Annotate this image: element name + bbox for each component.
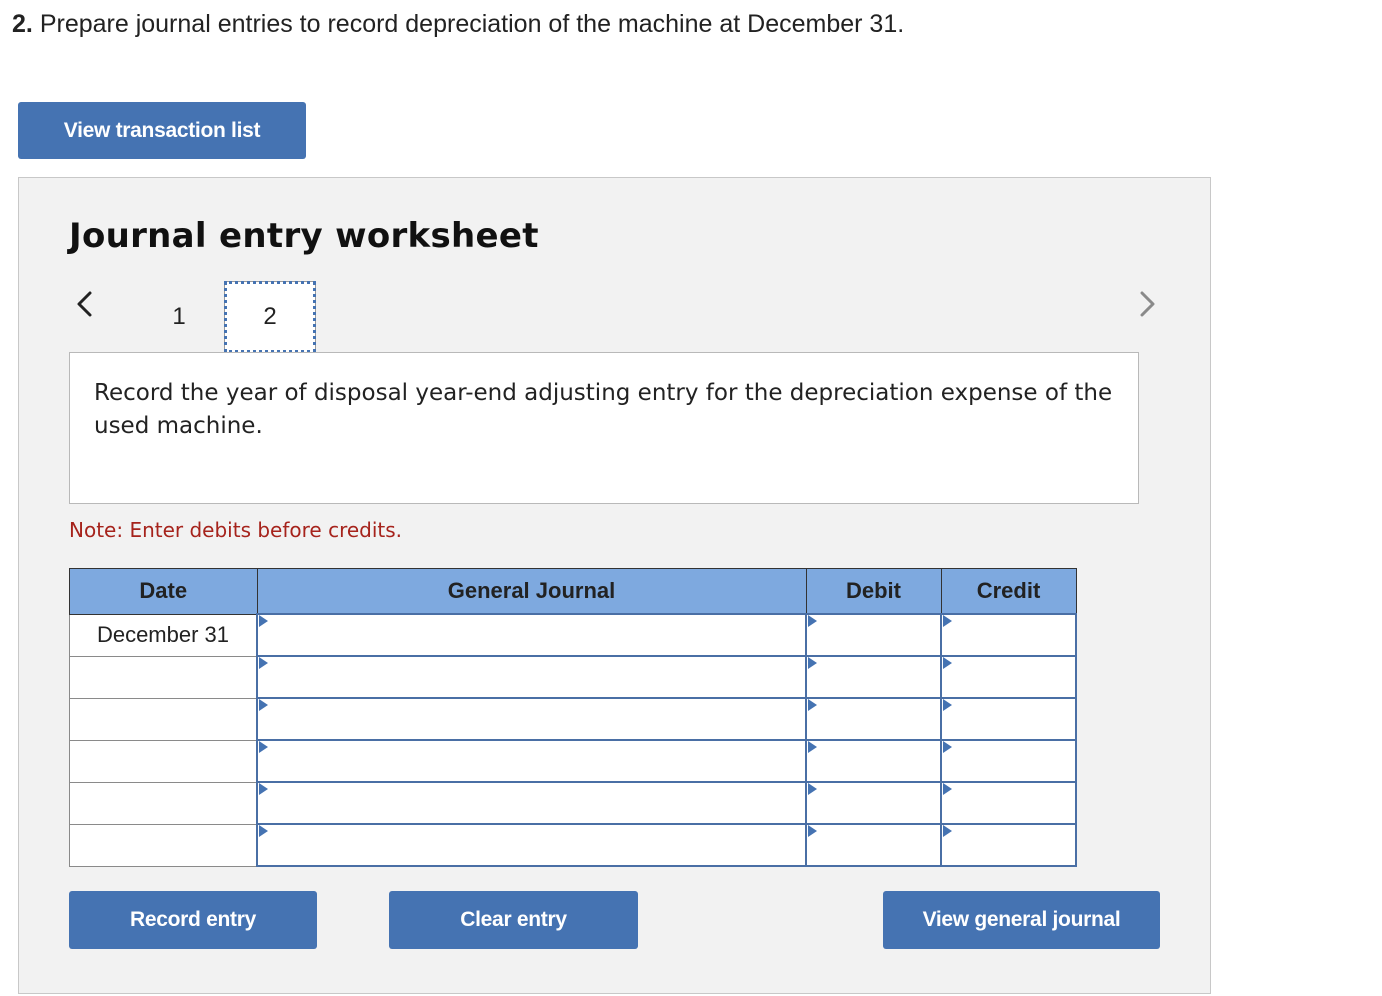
- question-number: 2.: [12, 10, 33, 38]
- account-input-cell: [256, 697, 807, 741]
- debit-input[interactable]: [807, 826, 940, 864]
- account-input[interactable]: [258, 700, 805, 738]
- table-row: [69, 739, 1077, 783]
- debit-input[interactable]: [807, 616, 940, 654]
- credit-input[interactable]: [942, 616, 1075, 654]
- table-row: [69, 655, 1077, 699]
- account-input-cell: [256, 739, 807, 783]
- date-cell: [69, 697, 258, 741]
- account-input-cell: [256, 823, 807, 867]
- credit-input[interactable]: [942, 784, 1075, 822]
- view-general-journal-button[interactable]: View general journal: [883, 891, 1160, 949]
- credit-input[interactable]: [942, 826, 1075, 864]
- tab-2[interactable]: 2: [224, 281, 316, 353]
- credit-input[interactable]: [942, 742, 1075, 780]
- table-header-row: Date General Journal Debit Credit: [69, 568, 1077, 615]
- debit-input-cell: [805, 655, 942, 699]
- credit-input-cell: [940, 613, 1077, 657]
- credit-input-cell: [940, 739, 1077, 783]
- previous-chevron-icon[interactable]: [73, 288, 97, 320]
- date-cell: [69, 655, 258, 699]
- debit-input-cell: [805, 823, 942, 867]
- account-input[interactable]: [258, 742, 805, 780]
- account-input-cell: [256, 781, 807, 825]
- account-input[interactable]: [258, 784, 805, 822]
- header-general-journal: General Journal: [256, 568, 807, 615]
- date-cell: December 31: [69, 613, 258, 657]
- question-title: 2. Prepare journal entries to record dep…: [12, 10, 904, 39]
- record-entry-button[interactable]: Record entry: [69, 891, 317, 949]
- debit-input-cell: [805, 613, 942, 657]
- credit-input-cell: [940, 697, 1077, 741]
- date-cell: [69, 823, 258, 867]
- note-text: Note: Enter debits before credits.: [69, 518, 403, 542]
- table-row: [69, 781, 1077, 825]
- tab-1[interactable]: 1: [149, 281, 209, 353]
- credit-input-cell: [940, 655, 1077, 699]
- debit-input[interactable]: [807, 742, 940, 780]
- header-credit: Credit: [940, 568, 1077, 615]
- date-cell: [69, 739, 258, 783]
- entry-description: Record the year of disposal year-end adj…: [69, 352, 1139, 504]
- next-chevron-icon[interactable]: [1135, 288, 1159, 320]
- debit-input-cell: [805, 781, 942, 825]
- credit-input[interactable]: [942, 700, 1075, 738]
- view-transaction-list-button[interactable]: View transaction list: [18, 102, 306, 159]
- table-row: [69, 823, 1077, 867]
- table-row: [69, 697, 1077, 741]
- header-date: Date: [69, 568, 258, 615]
- account-input-cell: [256, 655, 807, 699]
- date-cell: [69, 781, 258, 825]
- worksheet-title: Journal entry worksheet: [69, 216, 539, 256]
- table-row: December 31: [69, 613, 1077, 657]
- debit-input-cell: [805, 697, 942, 741]
- account-input[interactable]: [258, 826, 805, 864]
- account-input-cell: [256, 613, 807, 657]
- debit-input[interactable]: [807, 784, 940, 822]
- credit-input-cell: [940, 823, 1077, 867]
- header-debit: Debit: [805, 568, 942, 615]
- account-input[interactable]: [258, 658, 805, 696]
- debit-input[interactable]: [807, 658, 940, 696]
- credit-input-cell: [940, 781, 1077, 825]
- debit-input[interactable]: [807, 700, 940, 738]
- journal-table: Date General Journal Debit Credit Decemb…: [69, 568, 1077, 867]
- question-text: Prepare journal entries to record deprec…: [39, 10, 905, 38]
- clear-entry-button[interactable]: Clear entry: [389, 891, 638, 949]
- debit-input-cell: [805, 739, 942, 783]
- credit-input[interactable]: [942, 658, 1075, 696]
- journal-entry-worksheet-panel: Journal entry worksheet 1 2 Record the y…: [18, 177, 1211, 994]
- account-input[interactable]: [258, 616, 805, 654]
